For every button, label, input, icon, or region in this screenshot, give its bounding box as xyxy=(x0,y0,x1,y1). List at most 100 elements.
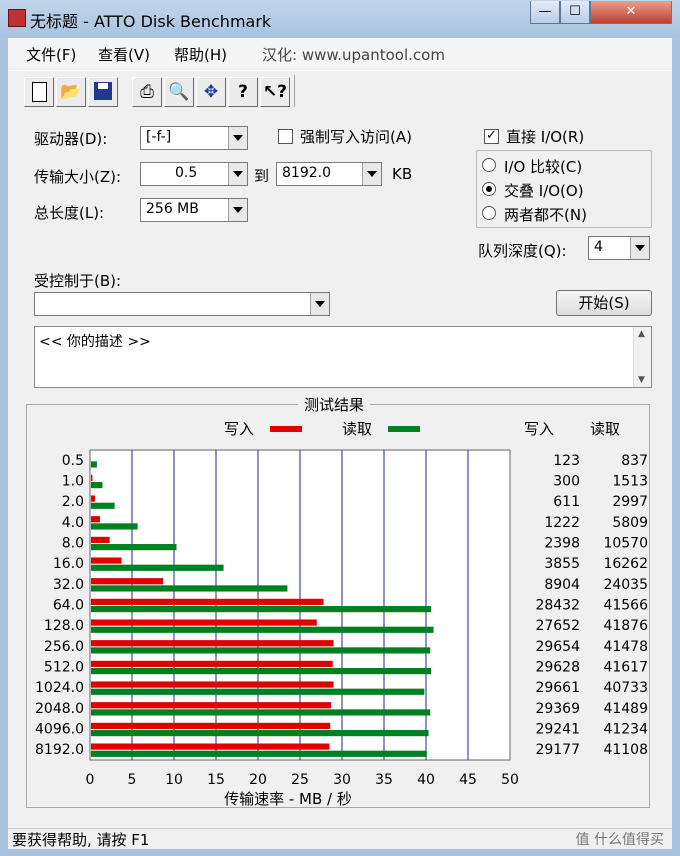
read-bar xyxy=(91,564,224,571)
print-icon[interactable]: ⎙ xyxy=(132,77,162,107)
chevron-down-icon[interactable] xyxy=(228,127,247,149)
chevron-down-icon[interactable] xyxy=(310,293,329,315)
toolbar: 📂 ⎙ 🔍 ✥ ? ↖? xyxy=(8,70,672,112)
controlled-by-label: 受控制于(B): xyxy=(34,272,122,290)
x-tick-label: 15 xyxy=(207,772,225,788)
chevron-down-icon[interactable] xyxy=(228,163,247,185)
y-tick-label: 512.0 xyxy=(44,660,84,676)
minimize-button[interactable]: — xyxy=(530,1,560,24)
write-bar xyxy=(91,474,93,481)
write-bar xyxy=(91,598,324,605)
direct-io-label[interactable]: 直接 I/O(R) xyxy=(506,126,584,147)
read-bar xyxy=(91,750,427,757)
read-bar xyxy=(91,502,115,509)
menu-view[interactable]: 查看(V) xyxy=(98,44,150,65)
total-length-select[interactable]: 256 MB xyxy=(140,198,248,222)
force-write-checkbox[interactable] xyxy=(278,129,293,144)
window-title: 无标题 - ATTO Disk Benchmark xyxy=(30,12,272,31)
io-compare-label[interactable]: I/O 比较(C) xyxy=(504,156,582,177)
queue-depth-select[interactable]: 4 xyxy=(588,236,650,260)
close-button[interactable]: ✕ xyxy=(590,1,672,24)
chevron-down-icon[interactable] xyxy=(228,199,247,221)
description-field[interactable]: << 你的描述 >> ▲ ▼ xyxy=(34,326,652,388)
read-value: 41489 xyxy=(603,701,648,717)
write-bar xyxy=(91,660,333,667)
force-write-label[interactable]: 强制写入访问(A) xyxy=(300,126,412,147)
title-bar[interactable]: 无标题 - ATTO Disk Benchmark — ☐ ✕ xyxy=(0,0,680,38)
y-tick-label: 32.0 xyxy=(53,577,84,593)
read-bar xyxy=(91,647,431,654)
neither-label[interactable]: 两者都不(N) xyxy=(504,204,587,225)
write-bar xyxy=(91,640,334,647)
scroll-up-icon[interactable]: ▲ xyxy=(638,329,645,339)
move-icon[interactable]: ✥ xyxy=(196,77,226,107)
x-tick-label: 25 xyxy=(291,772,309,788)
read-bar xyxy=(91,626,434,633)
scroll-down-icon[interactable]: ▼ xyxy=(638,375,645,385)
drive-select[interactable]: [-f-] xyxy=(140,126,248,150)
write-bar xyxy=(91,578,164,585)
write-value: 300 xyxy=(553,474,580,490)
io-compare-radio[interactable] xyxy=(482,158,496,172)
controlled-by-select[interactable] xyxy=(34,292,330,316)
write-bar xyxy=(91,681,334,688)
write-bar xyxy=(91,516,100,523)
menu-help[interactable]: 帮助(H) xyxy=(174,44,227,65)
neither-radio[interactable] xyxy=(482,206,496,220)
total-length-label: 总长度(L): xyxy=(34,204,105,222)
open-icon[interactable]: 📂 xyxy=(56,77,86,107)
read-value: 5809 xyxy=(612,515,648,531)
write-value: 1222 xyxy=(544,515,580,531)
write-bar xyxy=(91,557,122,564)
write-bar xyxy=(91,619,317,626)
overlapped-io-label[interactable]: 交叠 I/O(O) xyxy=(504,180,584,201)
menu-localization[interactable]: 汉化: www.upantool.com xyxy=(262,44,445,65)
transfer-from-value: 0.5 xyxy=(175,165,198,181)
read-value: 41566 xyxy=(603,598,648,614)
maximize-button[interactable]: ☐ xyxy=(560,1,590,24)
x-tick-label: 45 xyxy=(459,772,477,788)
read-bar xyxy=(91,461,97,468)
overlapped-io-radio[interactable] xyxy=(482,182,496,196)
read-value: 41234 xyxy=(603,722,648,738)
y-tick-label: 1.0 xyxy=(62,474,84,490)
read-bar xyxy=(91,606,432,613)
read-bar xyxy=(91,523,138,530)
x-tick-label: 10 xyxy=(165,772,183,788)
results-title: 测试结果 xyxy=(298,394,371,415)
save-icon[interactable] xyxy=(88,77,118,107)
transfer-to-select[interactable]: 8192.0 xyxy=(276,162,382,186)
new-icon[interactable] xyxy=(24,77,54,107)
write-value: 123 xyxy=(553,453,580,469)
write-value: 29369 xyxy=(535,701,580,717)
description-scrollbar[interactable]: ▲ ▼ xyxy=(633,327,651,387)
chevron-down-icon[interactable] xyxy=(630,237,649,259)
app-icon[interactable] xyxy=(8,9,26,27)
y-tick-label: 128.0 xyxy=(44,618,84,634)
y-tick-label: 8.0 xyxy=(62,536,84,552)
write-value: 29628 xyxy=(535,660,580,676)
read-value: 41108 xyxy=(603,742,648,758)
direct-io-checkbox[interactable]: ✓ xyxy=(484,129,499,144)
y-tick-label: 2.0 xyxy=(62,494,84,510)
write-bar xyxy=(91,536,110,543)
to-label: 到 xyxy=(254,167,270,185)
write-bar xyxy=(91,495,96,502)
x-axis-label: 传输速率 - MB / 秒 xyxy=(224,790,352,808)
menu-file[interactable]: 文件(F) xyxy=(26,44,76,65)
start-button[interactable]: 开始(S) xyxy=(556,290,652,316)
settings-panel: 驱动器(D): [-f-] 强制写入访问(A) ✓ 直接 I/O(R) 传输大小… xyxy=(8,110,672,828)
write-value: 27652 xyxy=(535,618,580,634)
transfer-from-select[interactable]: 0.5 xyxy=(140,162,248,186)
queue-depth-label: 队列深度(Q): xyxy=(478,242,567,260)
read-bar xyxy=(91,544,177,551)
help-icon[interactable]: ? xyxy=(228,77,258,107)
read-value: 40733 xyxy=(603,680,648,696)
chevron-down-icon[interactable] xyxy=(362,163,381,185)
kb-label: KB xyxy=(392,165,413,183)
read-value: 41478 xyxy=(603,639,648,655)
read-bar xyxy=(91,688,425,695)
preview-icon[interactable]: 🔍 xyxy=(164,77,194,107)
app-window: 无标题 - ATTO Disk Benchmark — ☐ ✕ 文件(F) 查看… xyxy=(0,0,680,856)
context-help-icon[interactable]: ↖? xyxy=(260,77,290,107)
